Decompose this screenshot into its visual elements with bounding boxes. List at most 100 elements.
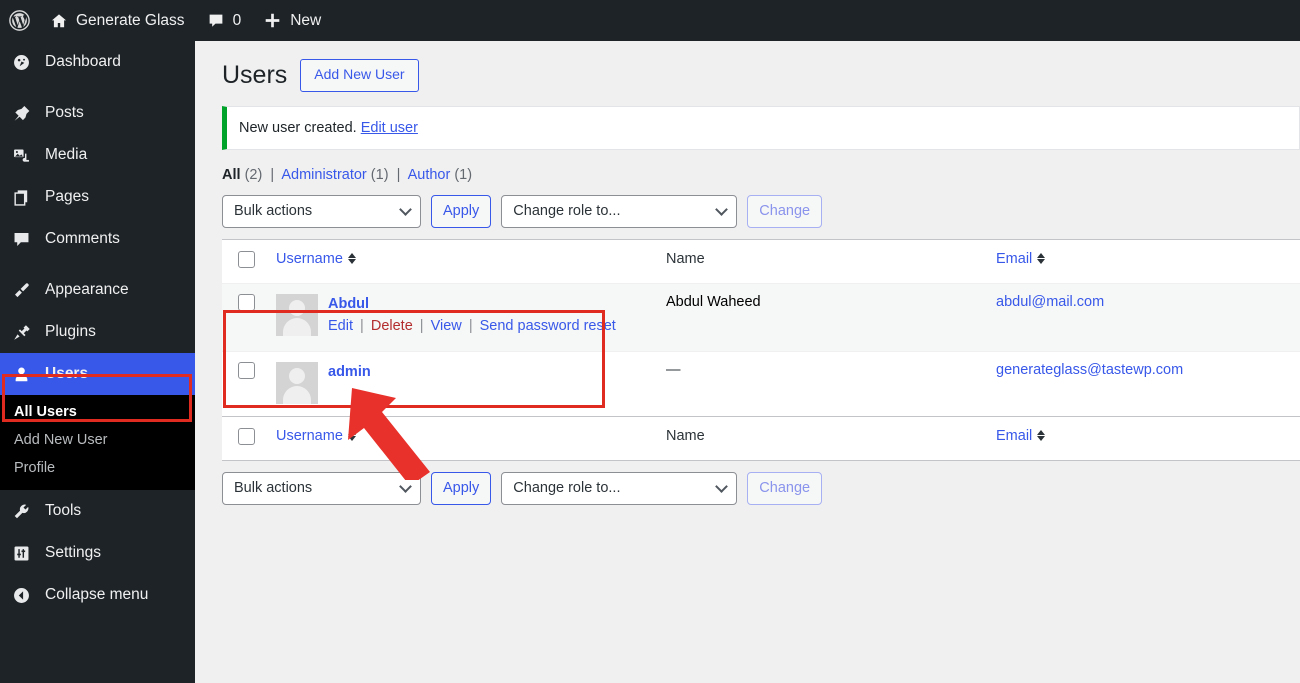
name-header-label: Name	[666, 250, 705, 267]
filter-author-link[interactable]: Author	[408, 167, 451, 183]
username-header: Username	[266, 239, 656, 284]
success-notice: New user created. Edit user	[222, 105, 1300, 150]
avatar	[276, 361, 318, 404]
delete-link-abdul[interactable]: Delete	[371, 318, 413, 334]
sidebar-item-label: Plugins	[45, 323, 96, 340]
change-role-button-top[interactable]: Change	[747, 194, 823, 228]
row-checkbox-abdul[interactable]	[238, 293, 255, 311]
pin-icon	[12, 104, 42, 123]
filter-all-link[interactable]: All	[222, 167, 241, 183]
apply-button-top[interactable]: Apply	[431, 194, 492, 228]
sort-username-link-top[interactable]: Username	[276, 251, 356, 267]
sidebar-item-plugins[interactable]: Plugins	[0, 311, 195, 353]
users-submenu: All Users Add New User Profile	[0, 395, 195, 490]
bulk-actions-value: Bulk actions	[234, 203, 313, 220]
wordpress-logo-button[interactable]	[0, 0, 39, 41]
username-link-admin[interactable]: admin	[328, 364, 371, 380]
send-password-reset-link-abdul[interactable]: Send password reset	[480, 318, 616, 334]
change-role-select-bottom[interactable]: Change role to...	[501, 471, 738, 505]
filter-separator: |	[270, 166, 275, 183]
apply-button-bottom[interactable]: Apply	[431, 471, 492, 505]
select-all-footer	[222, 415, 266, 461]
role-filter-links: All (2) | Administrator (1) | Author (1)	[222, 167, 1300, 183]
site-name-button[interactable]: Generate Glass	[39, 0, 196, 41]
admin-sidebar: Dashboard Posts Media Pages Comments App…	[0, 41, 203, 683]
filter-administrator-link[interactable]: Administrator	[281, 167, 366, 183]
notice-text: New user created.	[239, 119, 357, 136]
change-role-value: Change role to...	[513, 203, 621, 220]
sort-email-link-top[interactable]: Email	[996, 250, 1046, 267]
row-email-cell: generateglass@tastewp.com	[986, 350, 1300, 417]
sidebar-item-label: Pages	[45, 188, 89, 205]
action-separator: |	[360, 317, 364, 334]
sort-arrows-icon	[347, 430, 356, 442]
view-link-abdul[interactable]: View	[431, 318, 462, 334]
filter-separator: |	[396, 166, 401, 183]
username-link-abdul[interactable]: Abdul	[328, 296, 616, 312]
edit-link-abdul[interactable]: Edit	[328, 318, 353, 334]
sidebar-separator	[0, 83, 195, 92]
sidebar-item-label: Tools	[45, 502, 82, 519]
select-all-header	[222, 239, 266, 284]
select-all-checkbox-top[interactable]	[238, 250, 255, 268]
name-footer: Name	[656, 415, 986, 461]
bulk-actions-select-top[interactable]: Bulk actions	[222, 194, 421, 228]
sidebar-item-users[interactable]: Users	[0, 353, 203, 395]
sidebar-item-profile[interactable]: Profile	[0, 454, 195, 482]
edit-user-link[interactable]: Edit user	[361, 120, 418, 136]
sidebar-item-label: Appearance	[45, 281, 129, 298]
filter-all-count: (2)	[244, 166, 263, 183]
plug-icon	[12, 323, 42, 342]
wordpress-logo-icon	[9, 10, 30, 31]
bulk-actions-select-bottom[interactable]: Bulk actions	[222, 471, 421, 505]
new-content-button[interactable]: New	[252, 0, 332, 41]
sidebar-item-all-users[interactable]: All Users	[0, 398, 195, 426]
sort-arrows-icon	[347, 253, 356, 265]
chevron-down-icon	[399, 202, 412, 216]
sort-email-link-bottom[interactable]: Email	[996, 428, 1046, 444]
sidebar-item-pages[interactable]: Pages	[0, 176, 195, 218]
sidebar-item-settings[interactable]: Settings	[0, 532, 195, 574]
row-checkbox-admin[interactable]	[238, 361, 255, 379]
sort-username-link-bottom[interactable]: Username	[276, 428, 356, 444]
sidebar-item-tools[interactable]: Tools	[0, 490, 195, 532]
sidebar-item-comments[interactable]: Comments	[0, 218, 195, 260]
users-table-foot: Username Name Email	[222, 415, 1300, 461]
paintbrush-icon	[12, 281, 42, 300]
new-content-label: New	[290, 11, 322, 29]
filter-author-count: (1)	[454, 166, 473, 183]
users-table-body: Abdul Edit | Delete | View | Send passwo…	[222, 282, 1300, 417]
sidebar-item-posts[interactable]: Posts	[0, 92, 195, 134]
username-footer: Username	[266, 415, 656, 461]
email-footer: Email	[986, 415, 1300, 461]
email-link-admin[interactable]: generateglass@tastewp.com	[996, 362, 1183, 378]
sidebar-item-label: Settings	[45, 544, 102, 561]
email-header: Email	[986, 239, 1300, 284]
settings-icon	[12, 544, 42, 563]
action-separator: |	[419, 317, 424, 334]
select-all-checkbox-bottom[interactable]	[238, 427, 255, 445]
sidebar-item-collapse-menu[interactable]: Collapse menu	[0, 574, 195, 616]
sidebar-item-dashboard[interactable]: Dashboard	[0, 41, 195, 83]
change-role-select-top[interactable]: Change role to...	[501, 194, 738, 228]
sidebar-item-label: Comments	[45, 230, 120, 247]
bulk-actions-value: Bulk actions	[234, 480, 313, 497]
change-role-button-bottom[interactable]: Change	[747, 471, 823, 505]
change-label: Change	[759, 480, 811, 497]
name-header: Name	[656, 239, 986, 284]
sidebar-item-add-new-user[interactable]: Add New User	[0, 426, 195, 454]
add-new-user-button[interactable]: Add New User	[300, 59, 419, 92]
comments-button[interactable]: 0	[196, 0, 253, 41]
sidebar-item-label: Collapse menu	[45, 586, 149, 603]
page-title: Users	[222, 61, 288, 90]
chevron-down-icon	[399, 479, 412, 493]
plus-icon	[263, 11, 282, 30]
media-icon	[12, 146, 42, 165]
sidebar-item-appearance[interactable]: Appearance	[0, 269, 195, 311]
row-name-cell: Abdul Waheed	[656, 282, 986, 352]
site-name-label: Generate Glass	[76, 11, 185, 29]
email-link-abdul[interactable]: abdul@mail.com	[996, 294, 1104, 310]
table-footer-row: Username Name Email	[222, 415, 1300, 461]
sidebar-item-media[interactable]: Media	[0, 134, 195, 176]
email-header-label: Email	[996, 250, 1033, 267]
